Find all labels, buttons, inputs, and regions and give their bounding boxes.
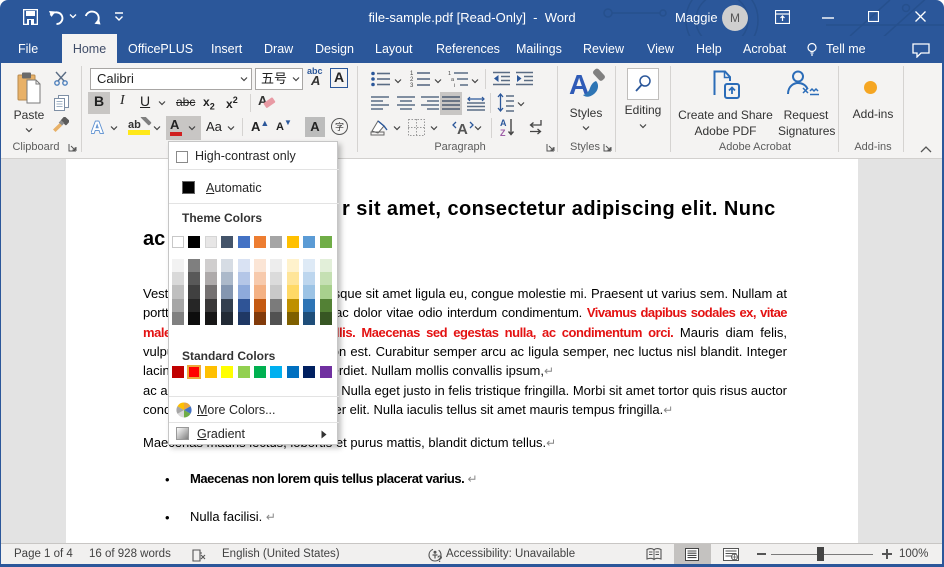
svg-text:A: A — [457, 121, 468, 136]
svg-text:Z: Z — [500, 128, 506, 137]
svg-text:i: i — [454, 83, 455, 88]
svg-text:3: 3 — [410, 83, 414, 88]
svg-text:A: A — [500, 118, 507, 128]
svg-text:?: ? — [437, 554, 443, 563]
svg-text:ab: ab — [128, 119, 141, 131]
svg-text:A: A — [91, 118, 103, 135]
